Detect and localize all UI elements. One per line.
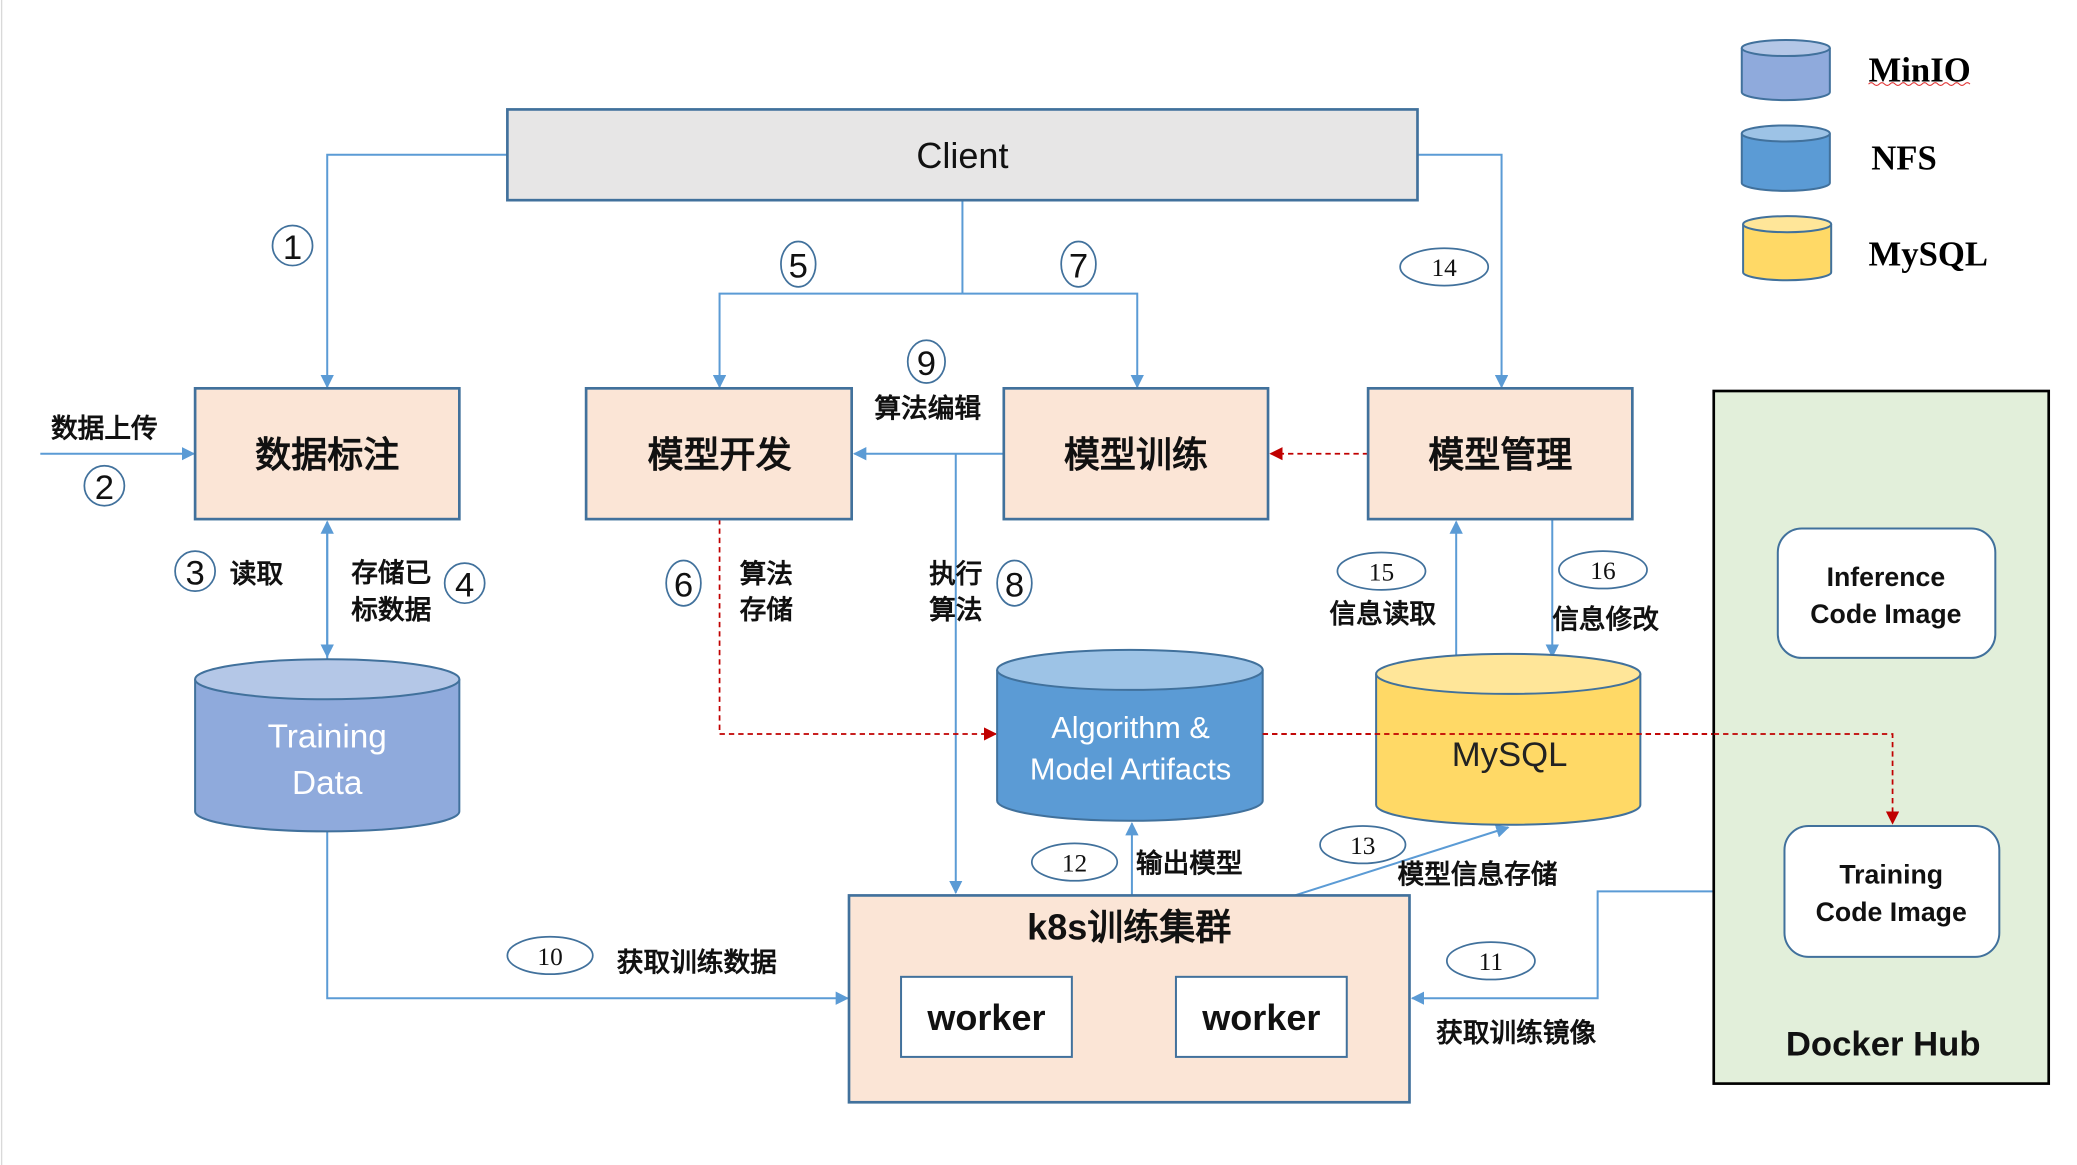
edge-algo-store	[718, 519, 998, 741]
label-fetch-image: 获取训练镜像	[1436, 1018, 1596, 1048]
inference-code-image[interactable]: Inference Code Image	[1776, 527, 1997, 659]
architecture-diagram: MinIO NFS MySQL Client 数据标注 模型开发 模型训练 模型…	[0, 0, 2051, 1165]
store-mysql[interactable]: MySQL	[1375, 652, 1642, 826]
module-data-labeling-label: 数据标注	[255, 434, 399, 475]
step-15-num: 15	[1369, 558, 1394, 586]
worker-label: worker	[926, 997, 1045, 1038]
module-model-mgmt-label: 模型管理	[1428, 434, 1572, 475]
step-8-num: 8	[1005, 567, 1024, 605]
step-3-num: 3	[185, 555, 204, 593]
step-6-num: 6	[674, 567, 693, 605]
step-16: 16	[1558, 550, 1648, 590]
module-model-training-label: 模型训练	[1064, 434, 1208, 475]
step-13-num: 13	[1350, 832, 1375, 860]
training-image-line2: Code Image	[1816, 897, 1967, 927]
step-12-num: 12	[1062, 849, 1087, 877]
label-read: 读取	[230, 559, 284, 589]
label-output-model: 输出模型	[1136, 849, 1243, 879]
edge-client-to-training	[962, 292, 1144, 389]
step-15: 15	[1336, 551, 1427, 591]
step-11: 11	[1445, 941, 1536, 981]
k8s-cluster-title: k8s训练集群	[1027, 906, 1231, 947]
module-model-mgmt[interactable]: 模型管理	[1366, 386, 1634, 521]
store-training-data-line1: Training	[268, 718, 387, 755]
module-model-training[interactable]: 模型训练	[1002, 386, 1270, 521]
step-8: 8	[996, 559, 1033, 607]
docker-hub[interactable]: Docker Hub Inference Code Image Training…	[1712, 389, 2051, 1085]
label-algo-edit: 算法编辑	[874, 394, 981, 424]
step-5-num: 5	[789, 248, 808, 286]
legend-mysql-label: MySQL	[1869, 235, 1989, 274]
step-10: 10	[506, 935, 594, 976]
label-model-info-store: 模型信息存储	[1397, 859, 1557, 889]
store-artifacts[interactable]: Algorithm & Model Artifacts	[996, 648, 1264, 822]
label-store-labeled-2: 标数据	[351, 595, 431, 625]
edge-client-to-labeling	[320, 153, 508, 389]
legend-nfs-cylinder	[1740, 124, 1831, 192]
store-artifacts-line2: Model Artifacts	[1030, 751, 1231, 786]
inference-line1: Inference	[1827, 562, 1946, 592]
client-label: Client	[916, 135, 1008, 176]
step-11-num: 11	[1479, 948, 1503, 976]
worker-node[interactable]: worker	[900, 975, 1073, 1058]
step-7-num: 7	[1069, 248, 1088, 286]
store-artifacts-line1: Algorithm &	[1051, 710, 1210, 745]
store-training-data-line2: Data	[292, 765, 363, 802]
module-model-dev-label: 模型开发	[648, 434, 792, 475]
docker-hub-title: Docker Hub	[1786, 1026, 1981, 1064]
step-2-num: 2	[95, 469, 114, 507]
label-exec-algo-2: 算法	[929, 595, 982, 625]
step-14-num: 14	[1432, 254, 1458, 282]
label-store-labeled-1: 存储已	[351, 558, 431, 588]
label-info-read: 信息读取	[1329, 599, 1436, 629]
step-1: 1	[271, 224, 314, 267]
label-upload: 数据上传	[51, 414, 158, 444]
step-13: 13	[1319, 825, 1407, 865]
training-image-line1: Training	[1839, 859, 1943, 889]
legend-nfs-label: NFS	[1871, 138, 1937, 177]
k8s-cluster[interactable]: k8s训练集群 worker worker	[847, 894, 1411, 1104]
step-16-num: 16	[1590, 557, 1615, 585]
worker-node[interactable]: worker	[1174, 975, 1348, 1058]
label-exec-algo-1: 执行	[929, 559, 982, 589]
step-4: 4	[443, 562, 486, 605]
step-10-num: 10	[537, 943, 562, 971]
inference-line2: Code Image	[1810, 599, 1961, 629]
step-14: 14	[1399, 247, 1490, 287]
store-training-data[interactable]: Training Data	[194, 658, 461, 833]
worker-label: worker	[1201, 997, 1320, 1038]
step-5: 5	[780, 240, 817, 288]
legend: MinIO NFS MySQL	[1740, 39, 1989, 282]
step-4-num: 4	[455, 567, 474, 605]
step-1-num: 1	[283, 229, 302, 267]
label-fetch-data: 获取训练数据	[617, 948, 777, 978]
legend-mysql-cylinder	[1742, 215, 1833, 282]
step-12: 12	[1030, 842, 1119, 882]
module-model-dev[interactable]: 模型开发	[584, 386, 854, 521]
step-2: 2	[83, 464, 126, 507]
step-3: 3	[174, 550, 216, 593]
label-info-modify: 信息修改	[1552, 605, 1659, 635]
store-mysql-label: MySQL	[1452, 736, 1568, 774]
step-7: 7	[1060, 240, 1097, 288]
step-9: 9	[906, 339, 946, 384]
legend-minio-cylinder	[1740, 39, 1831, 102]
client-box[interactable]: Client	[506, 108, 1419, 202]
step-6: 6	[665, 559, 702, 607]
module-data-labeling[interactable]: 数据标注	[193, 386, 461, 521]
label-algo-store-1: 算法	[740, 559, 793, 589]
training-code-image[interactable]: Training Code Image	[1783, 825, 2001, 958]
label-algo-store-2: 存储	[740, 595, 794, 625]
step-9-num: 9	[917, 345, 936, 383]
